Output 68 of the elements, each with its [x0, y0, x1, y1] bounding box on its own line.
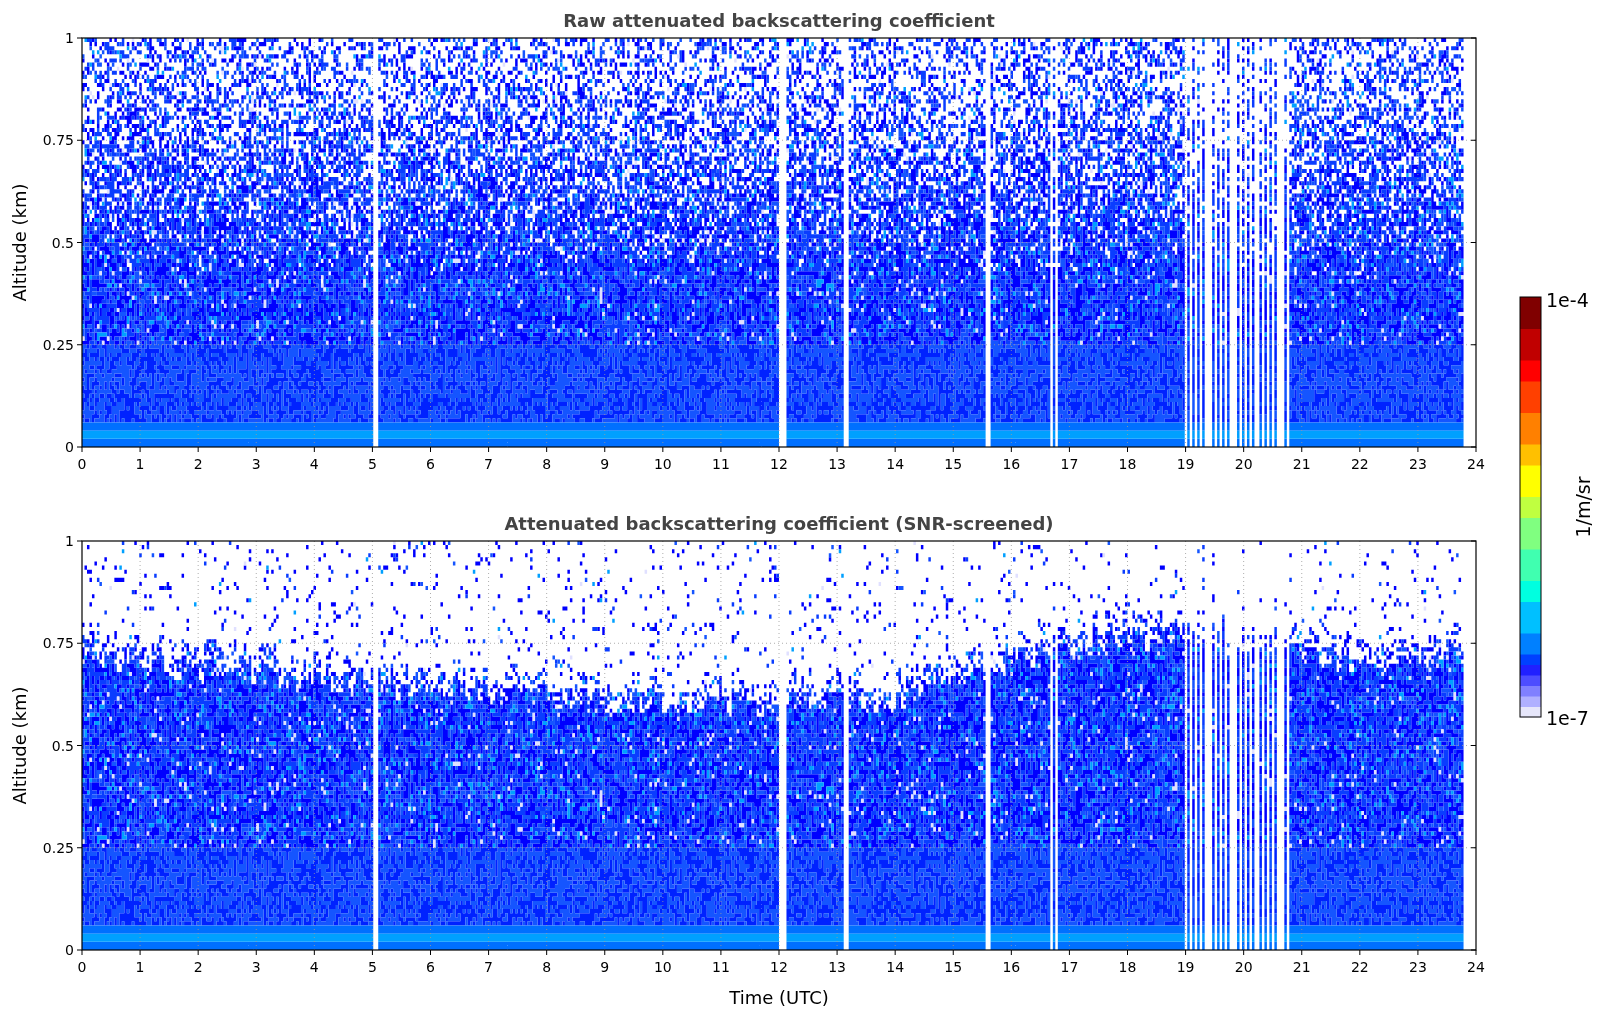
x-tick-label: 4 [309, 959, 319, 975]
x-tick-label: 5 [367, 456, 377, 472]
x-tick-label: 6 [426, 456, 435, 472]
x-tick-label: 0 [77, 959, 87, 975]
x-tick-label: 14 [886, 959, 905, 975]
x-tick-label: 4 [309, 456, 319, 472]
y-tick-label: 0.75 [42, 635, 74, 652]
x-tick-label: 16 [1002, 456, 1021, 472]
x-tick-label: 10 [653, 456, 672, 472]
colorbar-label: 1/m/sr [1572, 476, 1594, 538]
y-tick-label: 0 [65, 439, 74, 455]
y-tick-label: 0.5 [51, 234, 74, 251]
x-tick-label: 9 [600, 959, 610, 975]
x-tick-label: 19 [1176, 456, 1195, 472]
x-tick-label: 24 [1467, 959, 1485, 975]
x-tick-label: 20 [1234, 959, 1253, 975]
x-tick-label: 11 [712, 456, 730, 472]
x-tick-label: 14 [886, 456, 905, 472]
y-tick-label: 0.5 [51, 737, 74, 754]
x-tick-label: 19 [1176, 959, 1195, 975]
x-tick-label: 9 [600, 456, 610, 472]
y-tick-label: 1 [65, 533, 74, 549]
x-tick-label: 18 [1118, 456, 1137, 472]
x-tick-label: 8 [542, 959, 552, 975]
x-tick-label: 8 [542, 456, 552, 472]
y-tick-label: 0.25 [42, 839, 74, 856]
x-tick-label: 11 [712, 959, 730, 975]
x-tick-label: 24 [1467, 456, 1485, 472]
y-tick-label: 1 [65, 30, 74, 46]
x-tick-label: 21 [1292, 456, 1311, 472]
x-tick-label: 15 [944, 456, 963, 472]
y-tick-label: 0.25 [42, 336, 74, 353]
x-tick-label: 18 [1118, 959, 1137, 975]
y-tick-label: 0 [65, 942, 74, 958]
x-tick-label: 22 [1350, 959, 1369, 975]
x-tick-label: 21 [1292, 959, 1311, 975]
x-tick-label: 13 [828, 456, 846, 472]
x-tick-label: 23 [1409, 456, 1427, 472]
x-tick-label: 13 [828, 959, 846, 975]
x-axis-label: Time (UTC) [729, 987, 829, 1008]
x-tick-label: 10 [653, 959, 672, 975]
x-tick-label: 2 [193, 959, 203, 975]
x-tick-label: 17 [1060, 959, 1079, 975]
x-tick-label: 5 [367, 959, 377, 975]
plot-title: Raw attenuated backscattering coefficient [563, 10, 995, 31]
x-tick-label: 3 [251, 959, 261, 975]
x-tick-label: 1 [135, 456, 145, 472]
plot-title: Attenuated backscattering coefficient (SNR-screened) [504, 513, 1054, 534]
y-axis-label: Altitude (km) [9, 183, 30, 302]
x-tick-label: 0 [77, 456, 87, 472]
x-tick-label: 3 [251, 456, 261, 472]
colorbar-tick-label: 1e-4 [1546, 289, 1589, 311]
x-tick-label: 22 [1350, 456, 1369, 472]
x-tick-label: 23 [1409, 959, 1427, 975]
x-tick-label: 6 [426, 959, 435, 975]
x-tick-label: 1 [135, 959, 145, 975]
x-tick-label: 12 [770, 456, 788, 472]
x-tick-label: 15 [944, 959, 963, 975]
x-tick-label: 2 [193, 456, 203, 472]
x-tick-label: 7 [484, 456, 494, 472]
x-tick-label: 12 [770, 959, 788, 975]
y-tick-label: 0.75 [42, 132, 74, 149]
x-tick-label: 7 [484, 959, 494, 975]
x-tick-label: 20 [1234, 456, 1253, 472]
x-tick-label: 17 [1060, 456, 1079, 472]
y-axis-label: Altitude (km) [9, 686, 30, 805]
colorbar-tick-label: 1e-7 [1546, 707, 1589, 729]
x-tick-label: 16 [1002, 959, 1021, 975]
